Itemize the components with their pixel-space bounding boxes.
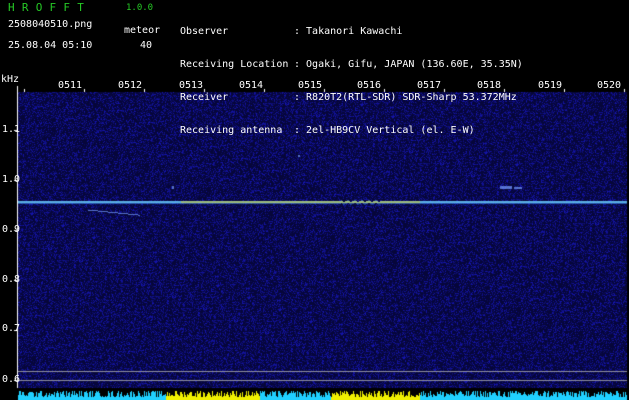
app-title: H R O F F T [8, 1, 85, 14]
time-tick-label: 0520 [597, 80, 622, 91]
frequency-tick-label: 0.7 [2, 323, 21, 334]
info-value: : Ogaki, Gifu, JAPAN (136.60E, 35.35N) [294, 59, 523, 70]
frequency-unit-label: kHz [1, 74, 20, 85]
info-key: Observer [180, 26, 229, 37]
app-version: 1.0.0 [126, 3, 154, 13]
time-tick-label: 0517 [417, 80, 442, 91]
time-tick-label: 0512 [118, 80, 143, 91]
frequency-tick-label: 1.0 [2, 174, 21, 185]
frequency-tick-label: 1.1 [2, 124, 21, 135]
observation-datetime: 25.08.04 05:10 [8, 40, 93, 51]
time-tick-label: 0515 [298, 80, 323, 91]
info-value: : 2el-HB9CV Vertical (el. E-W) [294, 125, 475, 136]
time-tick-label: 0513 [179, 80, 204, 91]
info-row-location: Receiving Location : Ogaki, Gifu, JAPAN (… [180, 59, 523, 70]
time-tick-label: 0518 [477, 80, 502, 91]
frequency-tick-label: 0.8 [2, 274, 21, 285]
time-tick-label: 0514 [239, 80, 264, 91]
time-tick-label: 0511 [58, 80, 83, 91]
frequency-tick-label: 0.6 [2, 374, 21, 385]
info-key: Receiving Location [180, 59, 289, 70]
info-row-observer: Observer : Takanori Kawachi [180, 26, 523, 37]
info-key: Receiver [180, 92, 229, 103]
info-row-antenna: Receiving antenna : 2el-HB9CV Vertical (e… [180, 125, 523, 136]
info-value: : R820T2(RTL-SDR) SDR-Sharp 53.372MHz [294, 92, 517, 103]
frequency-tick-label: 0.9 [2, 224, 21, 235]
time-tick-label: 0516 [357, 80, 382, 91]
info-row-receiver: Receiver : R820T2(RTL-SDR) SDR-Sharp 53.3… [180, 92, 523, 103]
time-tick-label: 0519 [538, 80, 563, 91]
info-value: : Takanori Kawachi [294, 26, 403, 37]
info-key: Receiving antenna [180, 125, 283, 136]
file-name: 2508040510.png [8, 19, 93, 30]
meteor-count: 40 [140, 40, 153, 51]
station-info: Observer : Takanori Kawachi Receiving Loc… [180, 4, 523, 147]
meteor-label: meteor [124, 25, 161, 36]
